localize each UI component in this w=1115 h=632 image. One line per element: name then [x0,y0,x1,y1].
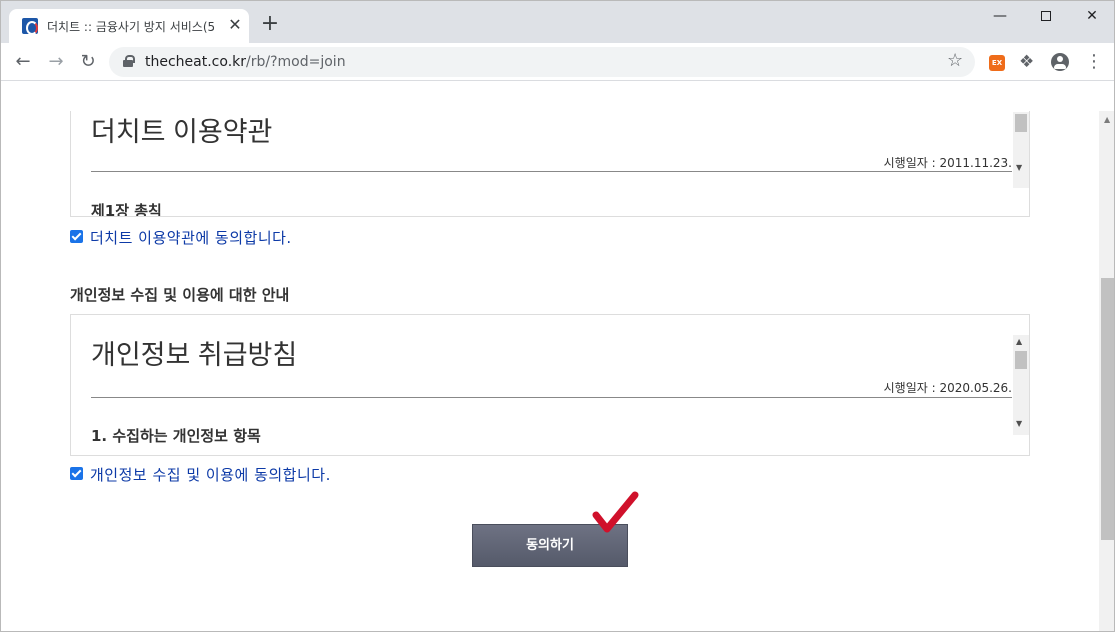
privacy-scroll-thumb[interactable] [1015,351,1027,369]
privacy-textbox[interactable]: 개인정보 취급방침 시행일자 : 2020.05.26. 1. 수집하는 개인정… [70,314,1030,456]
star-icon[interactable]: ☆ [947,50,963,71]
terms-divider [91,171,1012,172]
privacy-scroll-down-icon[interactable]: ▼ [1016,419,1022,428]
terms-agree-checkbox[interactable] [70,230,83,243]
browser-window: 더치트 :: 금융사기 방지 서비스(5 ✕ + — ✕ ← → ↻ thech… [0,0,1115,632]
terms-scroll-thumb[interactable] [1015,114,1027,132]
browser-tab[interactable]: 더치트 :: 금융사기 방지 서비스(5 ✕ [9,9,249,43]
url-path: /rb/?mod=join [246,54,346,70]
privacy-scrollbar[interactable]: ▲ ▼ [1013,335,1029,435]
extension-icon[interactable]: EX [989,55,1005,71]
privacy-divider [91,397,1012,398]
browser-toolbar: ← → ↻ thecheat.co.kr/rb/?mod=join ☆ EX ❖… [1,43,1114,81]
page-viewport: 더치트 이용약관 시행일자 : 2011.11.23. 제1장 총칙 ▼ 더치트… [1,111,1099,631]
privacy-content: 개인정보 취급방침 시행일자 : 2020.05.26. 1. 수집하는 개인정… [91,335,1012,445]
tab-title: 더치트 :: 금융사기 방지 서비스(5 [47,20,216,34]
address-bar[interactable]: thecheat.co.kr/rb/?mod=join ☆ [109,47,975,77]
privacy-title: 개인정보 취급방침 [91,340,298,370]
terms-textbox[interactable]: 더치트 이용약관 시행일자 : 2011.11.23. 제1장 총칙 ▼ [70,111,1030,217]
terms-scroll-down-icon[interactable]: ▼ [1016,163,1022,172]
minimize-button[interactable]: — [977,5,1023,27]
new-tab-button[interactable]: + [259,13,281,35]
terms-title: 더치트 이용약관 [91,117,273,147]
terms-scrollbar[interactable]: ▼ [1013,112,1029,188]
terms-agree-label[interactable]: 더치트 이용약관에 동의합니다. [90,227,292,248]
maximize-button[interactable] [1023,5,1069,27]
back-icon[interactable]: ← [12,51,34,73]
privacy-agree-label[interactable]: 개인정보 수집 및 이용에 동의합니다. [90,464,331,485]
maximize-icon [1041,11,1051,21]
tab-strip: 더치트 :: 금융사기 방지 서비스(5 ✕ + — ✕ [1,1,1114,43]
terms-content: 더치트 이용약관 시행일자 : 2011.11.23. 제1장 총칙 [91,112,1012,216]
site-favicon-icon [22,18,38,35]
privacy-scroll-up-icon[interactable]: ▲ [1016,337,1022,346]
close-window-button[interactable]: ✕ [1069,5,1114,27]
puzzle-icon[interactable]: ❖ [1019,52,1034,72]
tab-close-icon[interactable]: ✕ [227,17,243,33]
lock-icon[interactable] [123,55,135,67]
url-text[interactable]: thecheat.co.kr/rb/?mod=join [145,54,346,70]
page-scroll-thumb[interactable] [1101,278,1114,540]
privacy-agree-checkbox[interactable] [70,467,83,480]
privacy-effective-date: 시행일자 : 2020.05.26. [883,381,1012,395]
terms-effective-date: 시행일자 : 2011.11.23. [883,156,1012,170]
reload-icon[interactable]: ↻ [77,51,99,73]
red-checkmark-icon [592,491,639,533]
page-scrollbar[interactable]: ▲ [1099,111,1114,631]
terms-first-heading: 제1장 총칙 [91,202,162,217]
url-host: thecheat.co.kr [145,54,247,70]
forward-icon[interactable]: → [45,51,67,73]
page-scroll-up-icon[interactable]: ▲ [1104,115,1110,124]
privacy-section-heading: 개인정보 수집 및 이용에 대한 안내 [70,286,290,304]
privacy-first-heading: 1. 수집하는 개인정보 항목 [91,427,261,445]
menu-icon[interactable]: ⋮ [1085,51,1103,72]
profile-icon[interactable] [1051,53,1069,71]
